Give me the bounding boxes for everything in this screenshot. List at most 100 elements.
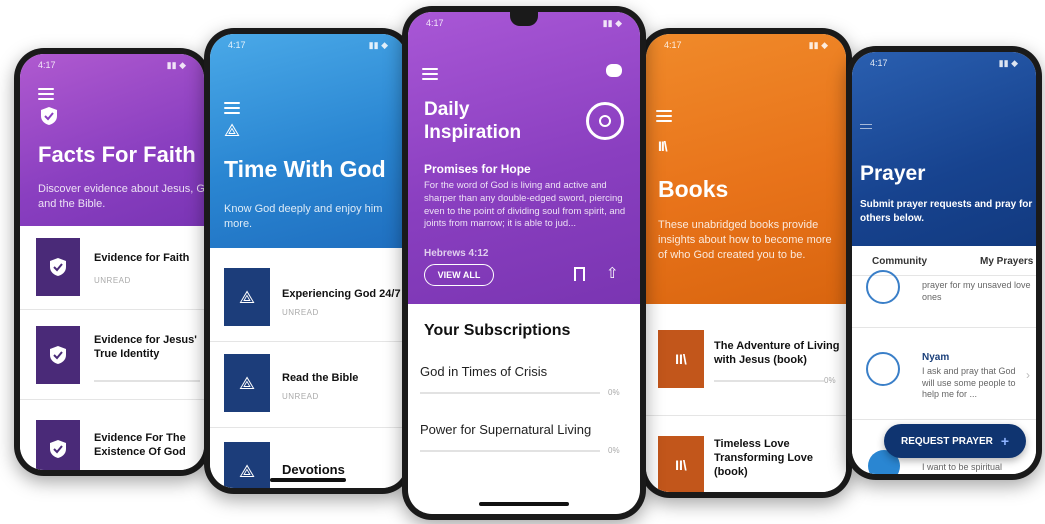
- progress-bar: [420, 450, 600, 452]
- books-screen: 4:17 ▮▮ ◆ II\ Books These unabridged book…: [646, 34, 846, 492]
- item-title: The Adventure of Living with Jesus (book…: [714, 340, 840, 366]
- promise-heading: Promises for Hope: [424, 162, 531, 176]
- status-bar: 4:17 ▮▮ ◆: [228, 40, 388, 51]
- books-header: 4:17 ▮▮ ◆ II\ Books These unabridged book…: [646, 34, 846, 304]
- menu-icon[interactable]: [38, 88, 54, 100]
- home-indicator: [270, 478, 346, 482]
- list-item[interactable]: II\ The Adventure of Living with Jesus (…: [646, 318, 846, 416]
- power-icon: [586, 102, 624, 140]
- status-time: 4:17: [38, 60, 56, 70]
- menu-icon[interactable]: [224, 102, 240, 114]
- item-status: UNREAD: [282, 308, 319, 317]
- books-icon: II\: [658, 138, 668, 154]
- signal-icon: ▮▮ ◆: [998, 58, 1018, 68]
- item-title: Evidence for Jesus' True Identity: [94, 334, 197, 360]
- avatar-icon: [866, 270, 900, 304]
- subscription-item[interactable]: God in Times of Crisis 0%: [408, 360, 640, 410]
- facts-screen: 4:17 ▮▮ ◆ Facts For Faith Discover eviden…: [20, 54, 204, 470]
- phone-daily-inspiration: 4:17 ▮▮ ◆ Daily Inspiration Promises for …: [402, 6, 646, 520]
- time-screen: 4:17 ▮▮ ◆ ⟁ Time With God Know God deeply…: [210, 34, 406, 488]
- books-tile-icon: II\: [658, 436, 704, 492]
- subscriptions-title: Your Subscriptions: [424, 322, 571, 339]
- signal-icon: ▮▮ ◆: [368, 40, 388, 50]
- progress-bar: [714, 380, 824, 382]
- menu-icon[interactable]: [656, 110, 672, 122]
- request-prayer-label: REQUEST PRAYER: [900, 435, 993, 447]
- shield-tile-icon: [36, 420, 80, 470]
- status-time: 4:17: [426, 18, 444, 28]
- signal-icon: ▮▮ ◆: [602, 18, 622, 28]
- progress-percent: 0%: [824, 376, 836, 385]
- shield-tile-icon: [36, 326, 80, 384]
- item-title: Experiencing God 24/7: [282, 288, 401, 300]
- list-item[interactable]: Evidence for Jesus' True Identity: [20, 310, 204, 400]
- trinity-tile-icon: ⟁: [224, 442, 270, 488]
- status-bar: 4:17 ▮▮ ◆: [38, 60, 186, 71]
- chevron-right-icon: ›: [1026, 368, 1030, 382]
- trinity-tile-icon: ⟁: [224, 268, 270, 326]
- books-title: Books: [658, 176, 729, 202]
- list-item[interactable]: ⟁ Read the Bible UNREAD: [210, 342, 406, 428]
- item-title: Evidence For The Existence Of God: [94, 432, 186, 458]
- item-title: Evidence for Faith: [94, 252, 190, 264]
- list-item[interactable]: Evidence for Faith UNREAD: [20, 226, 204, 310]
- list-item[interactable]: Evidence For The Existence Of God: [20, 400, 204, 470]
- item-title: Read the Bible: [282, 372, 359, 384]
- status-time: 4:17: [664, 40, 682, 50]
- tab-community[interactable]: Community: [872, 256, 927, 267]
- phone-prayer: 4:17 ▮▮ ◆ Prayer Submit prayer requests a…: [846, 46, 1042, 480]
- bookmark-icon[interactable]: [574, 267, 585, 281]
- signal-icon: ▮▮ ◆: [166, 60, 186, 70]
- daily-title: Daily Inspiration: [424, 99, 522, 144]
- prayer-title: Prayer: [860, 162, 926, 185]
- status-bar: 4:17 ▮▮ ◆: [664, 40, 828, 51]
- shield-icon: [40, 106, 58, 126]
- avatar-icon: [866, 352, 900, 386]
- list-item[interactable]: Nyam I ask and pray that God will use so…: [852, 328, 1036, 420]
- menu-icon[interactable]: [860, 124, 872, 129]
- chat-icon[interactable]: [606, 64, 622, 77]
- status-bar: 4:17 ▮▮ ◆: [870, 58, 1018, 69]
- verse-text: For the word of God is living and active…: [424, 180, 626, 230]
- status-time: 4:17: [228, 40, 246, 50]
- phone-time-with-god: 4:17 ▮▮ ◆ ⟁ Time With God Know God deeply…: [204, 28, 412, 494]
- prayer-name: Nyam: [922, 352, 950, 363]
- progress-bar: [420, 392, 600, 394]
- list-item[interactable]: prayer for my unsaved love ones: [852, 270, 1036, 328]
- facts-header: 4:17 ▮▮ ◆ Facts For Faith Discover eviden…: [20, 54, 204, 226]
- home-indicator: [479, 502, 569, 506]
- list-item[interactable]: II\ Timeless Love Transforming Love (boo…: [646, 416, 846, 492]
- progress-bar: [94, 380, 200, 382]
- verse-reference: Hebrews 4:12: [424, 248, 489, 259]
- list-item[interactable]: ⟁ Experiencing God 24/7 UNREAD: [210, 260, 406, 342]
- prayer-header: 4:17 ▮▮ ◆ Prayer Submit prayer requests a…: [852, 52, 1036, 246]
- daily-header: 4:17 ▮▮ ◆ Daily Inspiration Promises for …: [408, 12, 640, 304]
- subscription-title: God in Times of Crisis: [420, 364, 548, 379]
- item-status: UNREAD: [282, 392, 319, 401]
- view-all-button[interactable]: VIEW ALL: [424, 264, 494, 286]
- facts-title: Facts For Faith: [38, 142, 196, 167]
- request-prayer-button[interactable]: REQUEST PRAYER +: [884, 424, 1026, 458]
- prayer-text: I want to be spiritual: [922, 462, 1003, 472]
- books-tile-icon: II\: [658, 330, 704, 388]
- tab-my-prayers[interactable]: My Prayers: [980, 256, 1033, 267]
- progress-percent: 0%: [608, 388, 620, 397]
- facts-subtitle: Discover evidence about Jesus, God and t…: [38, 183, 204, 210]
- menu-icon[interactable]: [422, 68, 438, 80]
- time-header: 4:17 ▮▮ ◆ ⟁ Time With God Know God deeply…: [210, 34, 406, 248]
- prayer-text: I ask and pray that God will use some pe…: [922, 366, 1016, 400]
- time-subtitle: Know God deeply and enjoy him more.: [224, 203, 383, 230]
- plus-icon: +: [1000, 433, 1010, 449]
- prayer-screen: 4:17 ▮▮ ◆ Prayer Submit prayer requests a…: [852, 52, 1036, 474]
- share-icon[interactable]: ⇧: [606, 264, 619, 282]
- books-subtitle: These unabridged books provide insights …: [658, 219, 832, 261]
- subscription-title: Power for Supernatural Living: [420, 422, 592, 437]
- shield-tile-icon: [36, 238, 80, 296]
- subscription-item[interactable]: Power for Supernatural Living 0%: [408, 418, 640, 468]
- phone-books: 4:17 ▮▮ ◆ II\ Books These unabridged book…: [640, 28, 852, 498]
- progress-percent: 0%: [608, 446, 620, 455]
- trinity-icon: ⟁: [224, 120, 241, 140]
- time-title: Time With God: [224, 156, 386, 182]
- item-status: UNREAD: [94, 276, 131, 285]
- prayer-subtitle: Submit prayer requests and pray for othe…: [860, 199, 1033, 224]
